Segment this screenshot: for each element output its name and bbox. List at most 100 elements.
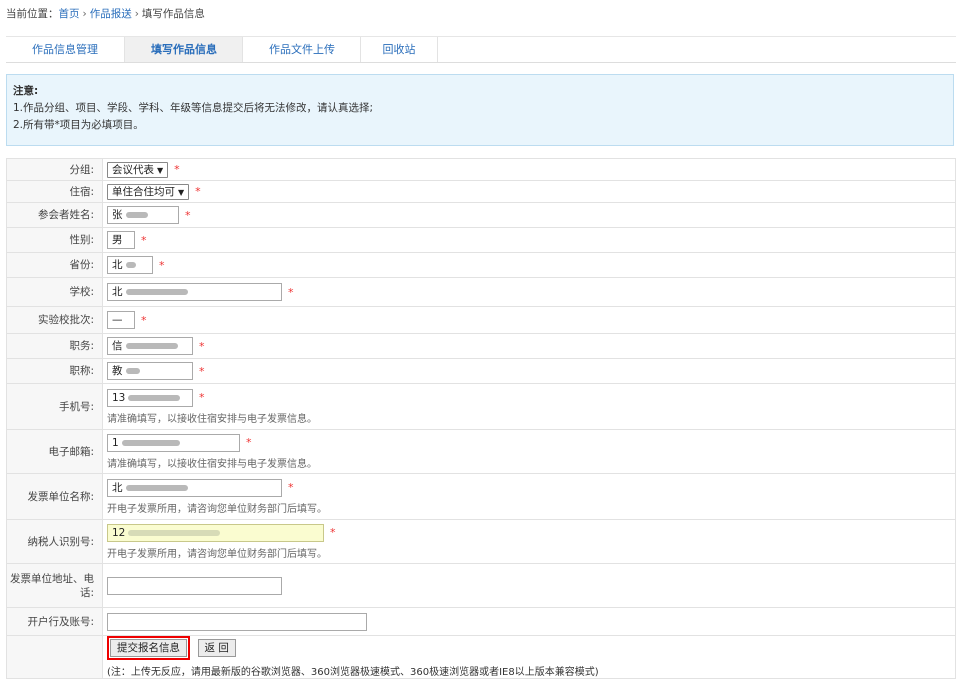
batch-input-value: — (112, 314, 123, 326)
form-row-duty: 职务: 信 * (6, 333, 956, 359)
form-row-school: 学校: 北 * (6, 277, 956, 307)
redacted-text (125, 484, 188, 491)
back-button[interactable]: 返 回 (197, 639, 236, 657)
form-row-batch: 实验校批次: — * (6, 306, 956, 334)
lodging-select[interactable]: 单住合住均可 ▼ (107, 183, 190, 200)
group-label: 分组: (6, 158, 103, 181)
form-row-bank: 开户行及账号: (6, 607, 956, 636)
notice-title: 注意: (13, 85, 39, 97)
duty-input[interactable]: 信 (107, 337, 193, 355)
province-label: 省份: (6, 252, 103, 278)
email-input[interactable]: 1 (107, 433, 240, 452)
required-mark: * (288, 481, 294, 494)
required-mark: * (199, 364, 205, 378)
bank-label: 开户行及账号: (6, 607, 103, 636)
required-mark: * (185, 208, 191, 222)
province-input-value: 北 (112, 259, 123, 271)
school-input[interactable]: 北 (107, 283, 282, 301)
form-row-title: 职称: 教 * (6, 358, 956, 384)
batch-input[interactable]: — (107, 311, 135, 329)
redacted-text (128, 529, 221, 536)
invoice-addr-label: 发票单位地址、电话: (6, 563, 103, 608)
required-mark: * (330, 526, 336, 539)
submit-registration-button[interactable]: 提交报名信息 (110, 639, 187, 657)
breadcrumb-prefix: 当前位置： (6, 8, 59, 20)
mobile-input[interactable]: 13 (107, 388, 193, 407)
name-input[interactable]: 张 (107, 206, 179, 224)
breadcrumb-separator: › (134, 8, 139, 20)
email-label: 电子邮箱: (6, 429, 103, 474)
chevron-down-icon: ▼ (157, 165, 164, 175)
redacted-text (125, 262, 136, 268)
form-row-invoice-addr: 发票单位地址、电话: (6, 563, 956, 608)
redacted-text (125, 343, 178, 349)
redacted-text (125, 289, 188, 295)
registration-form: 分组: 会议代表 ▼ * 住宿: 单住合住均可 ▼ * 参会者姓名: 张 * 性别: 男 *… (6, 158, 956, 679)
form-row-lodging: 住宿: 单住合住均可 ▼ * (6, 180, 956, 203)
required-mark: * (174, 163, 180, 176)
notice-box: 注意: 1.作品分组、项目、学段、学科、年级等信息提交后将无法修改，请认真选择;… (6, 74, 954, 146)
form-row-gender: 性别: 男 * (6, 227, 956, 253)
school-input-value: 北 (112, 286, 123, 298)
tab-recycle-bin[interactable]: 回收站 (360, 37, 438, 62)
invoice-unit-input[interactable]: 北 (107, 478, 282, 497)
required-mark: * (246, 436, 252, 449)
gender-input[interactable]: 男 (107, 231, 135, 249)
form-row-actions: 提交报名信息 返 回 (注：上传无反应，请用最新版的谷歌浏览器、360浏览器极速… (6, 635, 956, 679)
title-input[interactable]: 教 (107, 362, 193, 380)
invoice-addr-input[interactable] (107, 576, 282, 595)
breadcrumb-home-link[interactable]: 首页 (59, 8, 80, 20)
mobile-label: 手机号: (6, 383, 103, 430)
notice-line-1: 1.作品分组、项目、学段、学科、年级等信息提交后将无法修改，请认真选择; (13, 102, 374, 114)
email-hint: 请准确填写，以接收住宿安排与电子发票信息。 (107, 458, 317, 470)
notice-line-2: 2.所有带*项目为必填项目。 (13, 119, 144, 131)
breadcrumb-section-link[interactable]: 作品报送 (90, 8, 132, 20)
province-input[interactable]: 北 (107, 256, 153, 274)
title-input-value: 教 (112, 365, 123, 377)
tab-work-info-manage[interactable]: 作品信息管理 (6, 37, 124, 62)
name-input-value: 张 (112, 209, 123, 221)
form-row-invoice-unit: 发票单位名称: 北 * 开电子发票所用，请咨询您单位财务部门后填写。 (6, 473, 956, 520)
batch-label: 实验校批次: (6, 306, 103, 334)
tab-fill-work-info[interactable]: 填写作品信息 (124, 37, 243, 62)
chevron-down-icon: ▼ (178, 187, 185, 197)
submit-button-highlight: 提交报名信息 (107, 636, 190, 660)
email-input-value: 1 (112, 436, 119, 449)
form-row-tax-id: 纳税人识别号: 12 * 开电子发票所用，请咨询您单位财务部门后填写。 (6, 519, 956, 564)
breadcrumb-current: 填写作品信息 (141, 8, 205, 20)
redacted-text (121, 439, 180, 446)
gender-input-value: 男 (112, 234, 123, 246)
required-mark: * (159, 258, 165, 272)
breadcrumb-separator: › (82, 8, 87, 20)
required-mark: * (141, 233, 147, 247)
lodging-select-value: 单住合住均可 (112, 185, 175, 198)
tab-work-file-upload[interactable]: 作品文件上传 (242, 37, 361, 62)
breadcrumb: 当前位置：首页 › 作品报送 › 填写作品信息 (6, 6, 205, 21)
tax-id-label: 纳税人识别号: (6, 519, 103, 564)
name-label: 参会者姓名: (6, 202, 103, 228)
tax-id-input[interactable]: 12 (107, 523, 324, 542)
required-mark: * (195, 185, 201, 198)
actions-label-cell (6, 635, 103, 679)
form-row-email: 电子邮箱: 1 * 请准确填写，以接收住宿安排与电子发票信息。 (6, 429, 956, 474)
duty-input-value: 信 (112, 340, 123, 352)
invoice-unit-input-value: 北 (112, 481, 123, 494)
tab-bar: 作品信息管理 填写作品信息 作品文件上传 回收站 (6, 36, 956, 63)
group-select[interactable]: 会议代表 ▼ (107, 161, 169, 178)
invoice-unit-label: 发票单位名称: (6, 473, 103, 520)
redacted-text (128, 394, 181, 401)
required-mark: * (199, 339, 205, 353)
browser-note: (注：上传无反应，请用最新版的谷歌浏览器、360浏览器极速模式、360极速浏览器… (107, 667, 599, 678)
tax-id-input-value: 12 (112, 526, 126, 539)
invoice-unit-hint: 开电子发票所用，请咨询您单位财务部门后填写。 (107, 503, 327, 515)
required-mark: * (199, 391, 205, 404)
form-row-name: 参会者姓名: 张 * (6, 202, 956, 228)
form-row-province: 省份: 北 * (6, 252, 956, 278)
group-select-value: 会议代表 (112, 163, 154, 176)
lodging-label: 住宿: (6, 180, 103, 203)
school-label: 学校: (6, 277, 103, 307)
tax-id-hint: 开电子发票所用，请咨询您单位财务部门后填写。 (107, 548, 327, 560)
mobile-hint: 请准确填写，以接收住宿安排与电子发票信息。 (107, 413, 317, 425)
bank-input[interactable] (107, 612, 367, 631)
mobile-input-value: 13 (112, 391, 126, 404)
